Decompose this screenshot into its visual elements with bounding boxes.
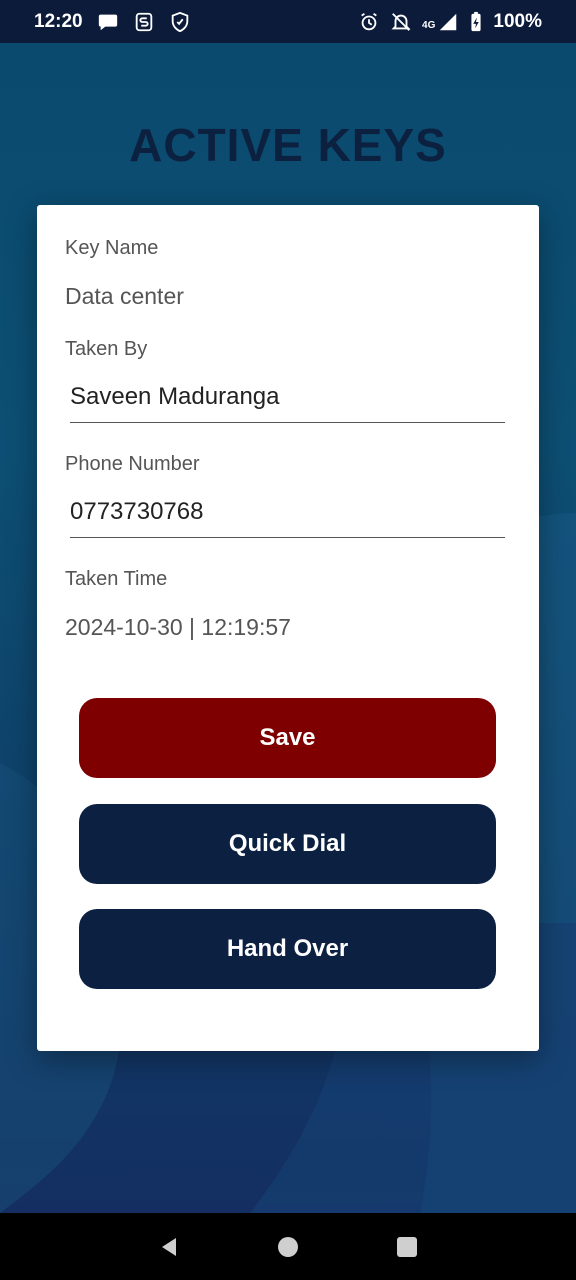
signal-icon (437, 11, 459, 33)
battery-level: 100% (493, 10, 542, 32)
status-right: 4G 100% (358, 11, 542, 33)
status-time: 12:20 (34, 10, 83, 32)
key-details-dialog: Key Name Data center Taken By Phone Numb… (37, 205, 539, 1051)
notifications-off-icon (390, 11, 412, 33)
status-bar: 12:20 4G 100% (0, 0, 576, 43)
save-button[interactable]: Save (79, 698, 496, 778)
phone-number-input[interactable] (70, 492, 505, 538)
key-name-label: Key Name (65, 237, 159, 259)
chat-bubble-icon (97, 11, 119, 33)
key-name-value: Data center (65, 283, 184, 309)
recents-icon[interactable] (394, 1234, 420, 1260)
status-left: 12:20 (34, 11, 191, 33)
quick-dial-button[interactable]: Quick Dial (79, 804, 496, 884)
alarm-icon (358, 11, 380, 33)
taken-by-label: Taken By (65, 338, 148, 360)
taken-by-input[interactable] (70, 377, 505, 423)
hand-over-button[interactable]: Hand Over (79, 909, 496, 989)
taken-time-label: Taken Time (65, 568, 168, 590)
battery-charging-icon (469, 11, 483, 33)
s-app-icon (133, 11, 155, 33)
page-title: ACTIVE KEYS (129, 119, 447, 171)
phone-number-label: Phone Number (65, 453, 200, 475)
navigation-bar (0, 1213, 576, 1280)
taken-time-value: 2024-10-30 | 12:19:57 (65, 614, 291, 640)
shield-hand-icon (169, 11, 191, 33)
back-icon[interactable] (156, 1234, 182, 1260)
network-type: 4G (422, 19, 436, 31)
home-icon[interactable] (275, 1234, 301, 1260)
